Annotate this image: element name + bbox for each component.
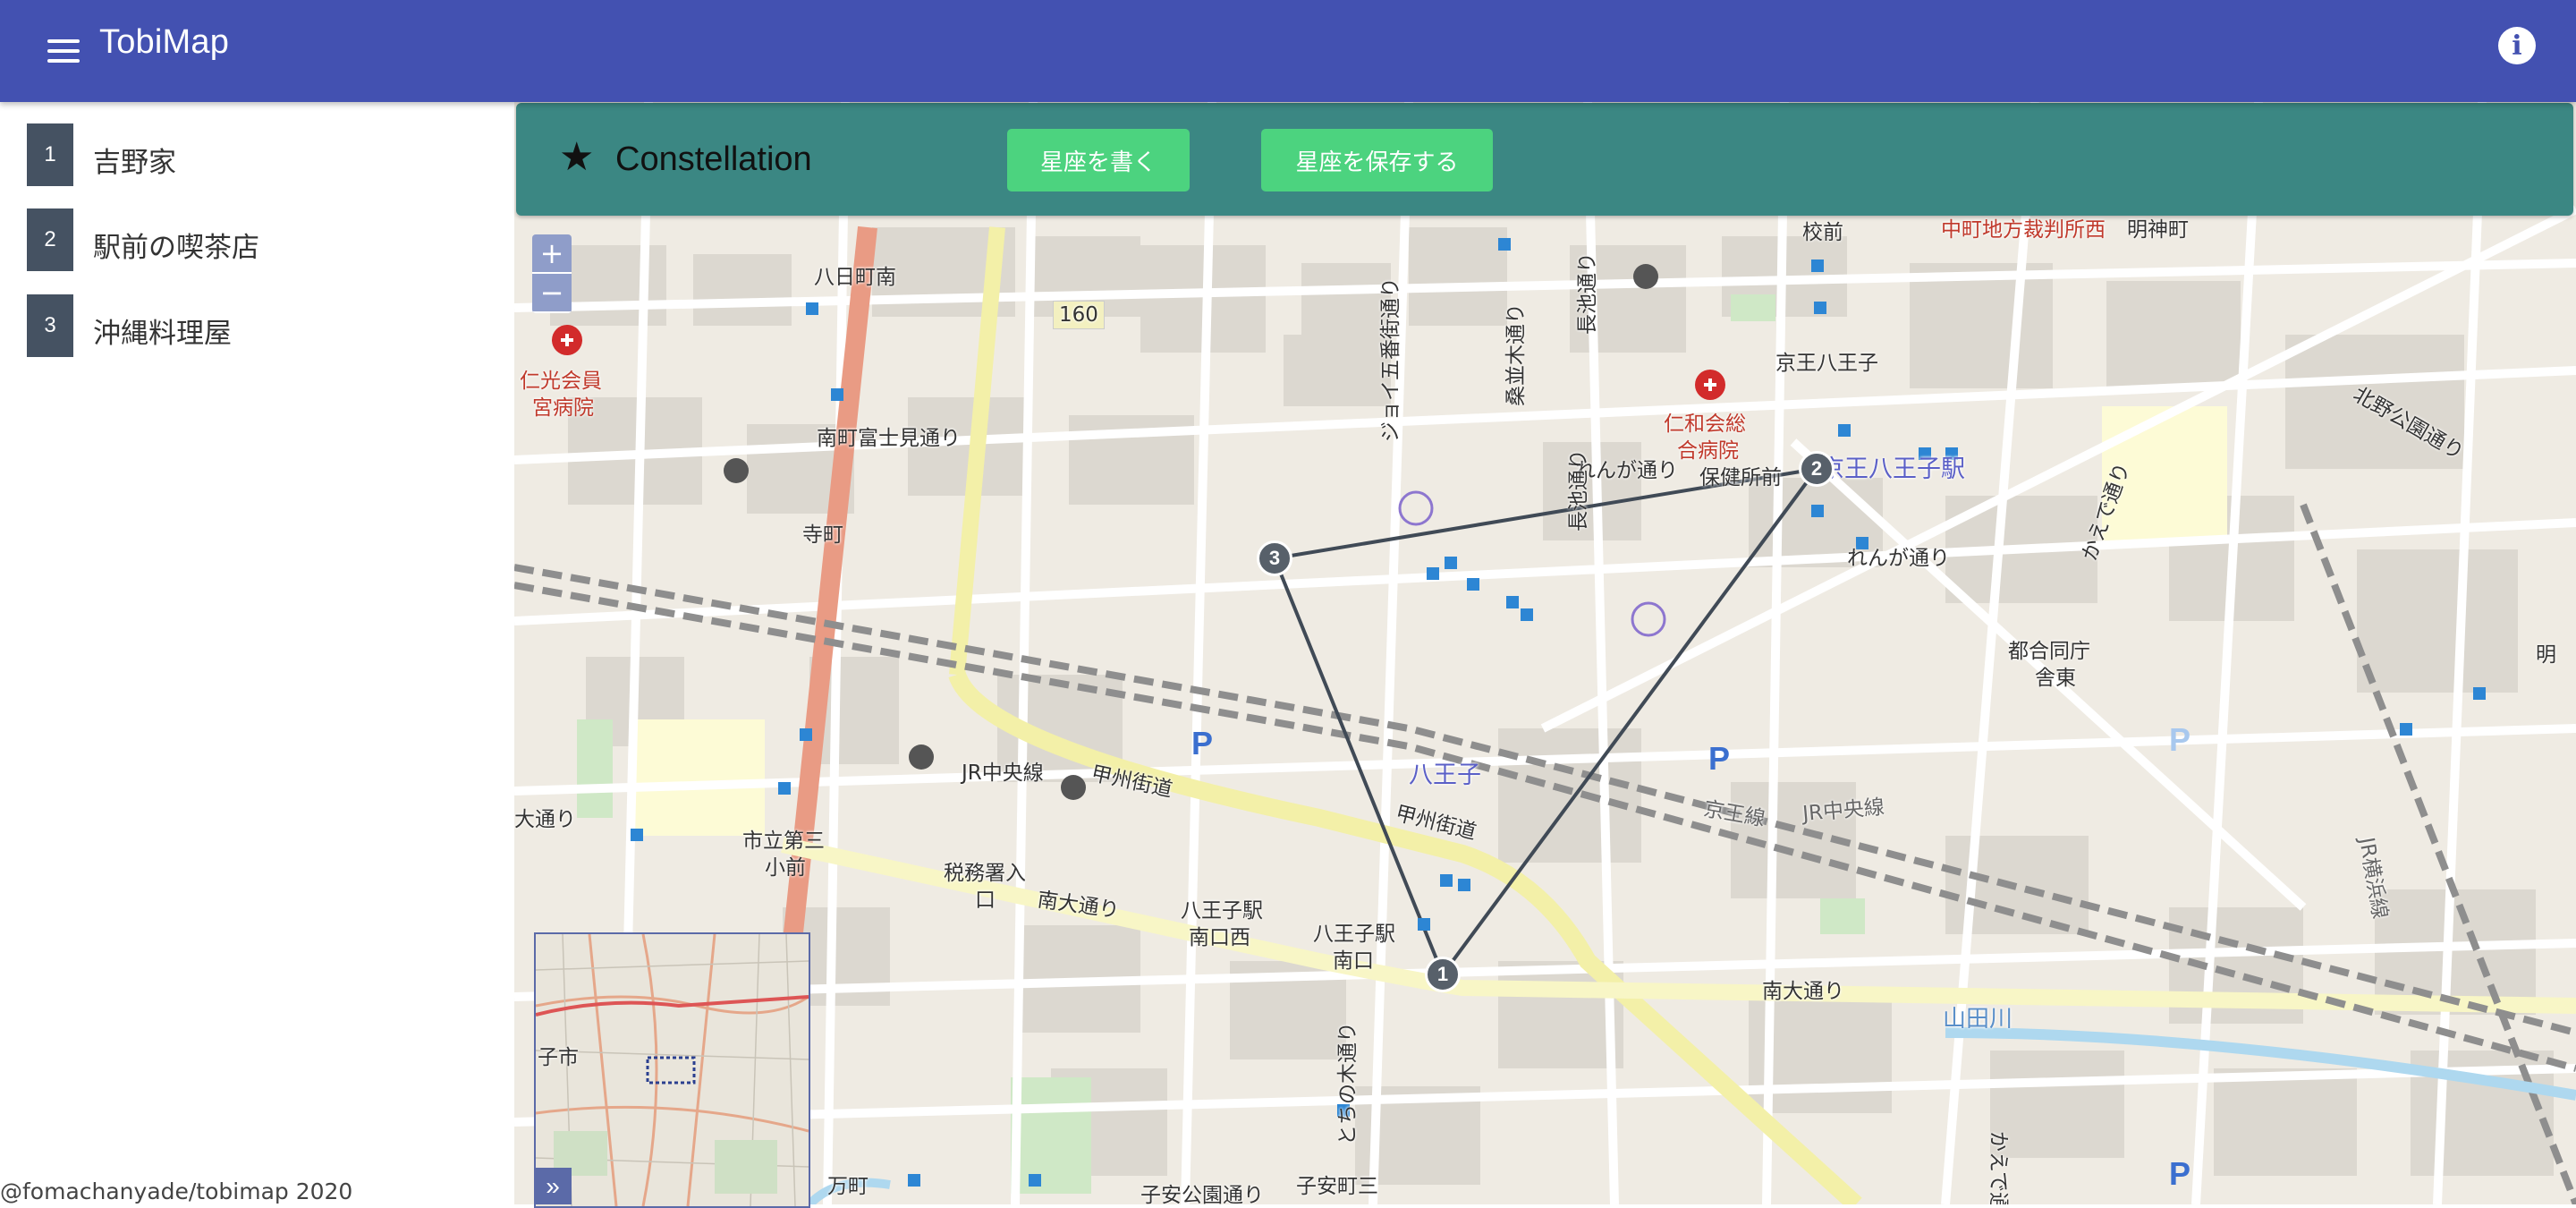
map-label: 長池通り (1567, 449, 1590, 532)
map-label: 仁和会総 (1664, 413, 1746, 436)
save-constellation-button[interactable]: 星座を保存する (1261, 129, 1493, 191)
map-label: とちの木通り (1336, 1022, 1360, 1145)
map-label: 八日町南 (814, 266, 896, 289)
sidebar-item-label: 駅前の喫茶店 (93, 232, 259, 264)
map-label: 長池通り (1576, 252, 1599, 335)
map-label: 南口西 (1189, 926, 1250, 949)
map-label: 校前 (1802, 221, 1843, 244)
route-160-label: 160 (1053, 301, 1105, 329)
map-label: 宮病院 (532, 396, 594, 420)
map-label: 舎東 (2035, 667, 2076, 690)
map-label: 京王八王子 (1775, 352, 1878, 375)
hamburger-menu-icon[interactable] (43, 30, 84, 72)
draw-constellation-button[interactable]: 星座を書く (1007, 129, 1190, 191)
sidebar: 1 吉野家 2 駅前の喫茶店 3 沖縄料理屋 @fomachanyade/tob… (0, 102, 514, 1204)
map-label: れんが通り (1847, 547, 1950, 570)
map-label: 大通り (514, 808, 576, 831)
map-label: かえで通り (1987, 1130, 2011, 1204)
map-label: 八王子駅 (1313, 923, 1395, 946)
map-label: 桑並木通り (1504, 303, 1528, 406)
map-label: 明神町 (2127, 218, 2189, 242)
item-number-badge: 3 (27, 294, 73, 357)
footer-credit: @fomachanyade/tobimap 2020 (0, 1178, 353, 1204)
app-bar: TobiMap i (0, 0, 2576, 102)
app-title: TobiMap (99, 23, 230, 61)
map-label: 小前 (765, 856, 806, 880)
map-label: 八王子駅 (1181, 899, 1263, 923)
zoom-control: + − (532, 234, 572, 313)
map-label: JR中央線 (962, 761, 1044, 785)
map-label: 中町地方裁判所西 (1941, 218, 2106, 242)
map-marker-3[interactable]: 3 (1257, 540, 1292, 576)
map-label: 都合同庁 (2008, 640, 2090, 663)
star-icon: ★ (559, 135, 595, 179)
map-label: 山田川 (1943, 1006, 2013, 1033)
minimap-label: 子市 (538, 1046, 579, 1069)
map-label: 八王子 (1409, 761, 1481, 789)
constellation-toolbar: ★ Constellation 星座を書く 星座を保存する (516, 103, 2573, 216)
map-label: 万町 (827, 1175, 869, 1198)
minimap-toggle-button[interactable]: » (534, 1168, 572, 1204)
zoom-in-button[interactable]: + (532, 234, 572, 274)
map-label: 南口 (1333, 949, 1374, 973)
svg-text:P: P (1191, 725, 1213, 761)
item-number-badge: 2 (27, 208, 73, 271)
map-label: ジョイ五番街通り (1379, 277, 1402, 442)
map-label: 口 (975, 889, 996, 912)
map-marker-1[interactable]: 1 (1425, 957, 1461, 992)
map-label: 子安公園通り (1140, 1184, 1264, 1204)
info-icon[interactable]: i (2498, 27, 2536, 64)
map-label: 京王八王子駅 (1820, 455, 1965, 483)
map-label: 保健所前 (1699, 466, 1782, 489)
sidebar-item-3[interactable]: 3 沖縄料理屋 (27, 294, 492, 357)
map-label: 南大通り (1762, 980, 1844, 1003)
map-label: 子安町三 (1296, 1175, 1378, 1198)
map-canvas[interactable]: PPP P 160 八日町南 仁光会員 宮病院 南町富士見通り 寺町 仁和会総 … (514, 102, 2576, 1204)
map-label: 税務署入 (944, 862, 1026, 885)
map-label: 明 (2536, 643, 2556, 667)
map-label: 仁光会員 (520, 370, 602, 393)
map-label: 市立第三 (742, 829, 825, 853)
constellation-title: Constellation (615, 140, 812, 178)
item-number-badge: 1 (27, 123, 73, 186)
minimap-tiles (536, 934, 809, 1206)
map-label: 合病院 (1677, 439, 1739, 463)
svg-text:P: P (2169, 1155, 2190, 1192)
sidebar-item-1[interactable]: 1 吉野家 (27, 123, 492, 186)
sidebar-item-2[interactable]: 2 駅前の喫茶店 (27, 208, 492, 271)
zoom-out-button[interactable]: − (532, 274, 572, 313)
sidebar-item-label: 沖縄料理屋 (93, 318, 232, 350)
sidebar-item-label: 吉野家 (93, 147, 176, 179)
map-label: 寺町 (802, 523, 843, 547)
map-label: 南町富士見通り (817, 427, 961, 450)
map-marker-2[interactable]: 2 (1799, 451, 1835, 487)
svg-text:P: P (1708, 740, 1730, 777)
overview-minimap[interactable]: 子市 (534, 932, 810, 1208)
svg-text:P: P (2169, 721, 2190, 758)
